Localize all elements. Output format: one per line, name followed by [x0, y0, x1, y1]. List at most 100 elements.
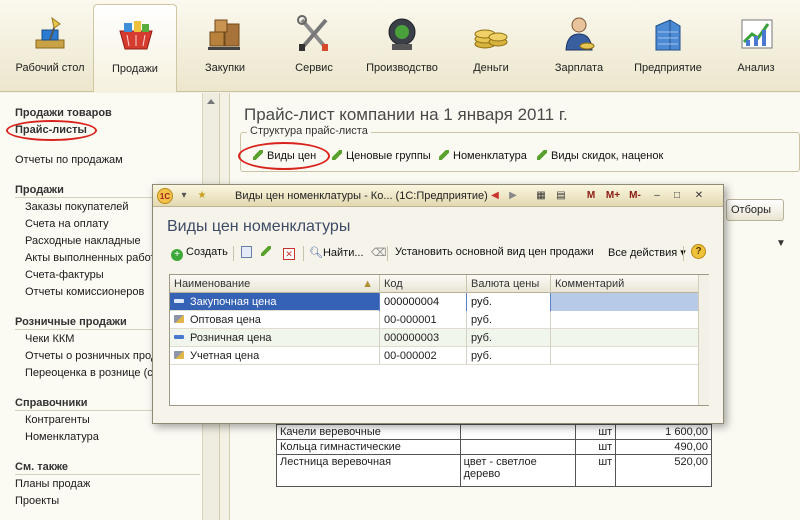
back-icon[interactable]: ◀ [487, 188, 503, 204]
structure-link-price-types[interactable]: Виды цен [253, 150, 316, 162]
sidebar-item[interactable]: Планы продаж [15, 478, 90, 490]
delete-button[interactable]: ✕ [283, 246, 295, 260]
sidebar-item[interactable]: Заказы покупателей [25, 201, 129, 213]
sidebar-item[interactable]: Акты выполненных работ [25, 252, 156, 264]
table-cell: шт [575, 439, 617, 455]
set-default-price-type-button[interactable]: Установить основной вид цен продажи [395, 246, 594, 258]
structure-link-nomenclature[interactable]: Номенклатура [439, 150, 527, 162]
minimize-icon[interactable]: – [649, 188, 665, 204]
all-actions-menu[interactable]: Все действия ▾ [608, 246, 686, 259]
sidebar-item[interactable]: Номенклатура [25, 431, 99, 443]
structure-link-discounts[interactable]: Виды скидок, наценок [537, 150, 663, 162]
create-button[interactable]: + Создать [171, 246, 228, 261]
column-header-comment[interactable]: Комментарий [551, 275, 698, 293]
pencil-icon [537, 150, 547, 160]
toolbar-divider [683, 246, 684, 261]
toolbar-item-salary[interactable]: Зарплата [537, 4, 621, 90]
toolbar-item-label: Производство [366, 62, 438, 74]
price-type-edit-icon [174, 351, 184, 359]
table-cell: Кольца гимнастические [276, 439, 461, 455]
cell-currency: руб. [467, 293, 551, 311]
grid-scrollbar[interactable] [698, 275, 709, 405]
sidebar-divider [15, 474, 200, 475]
sidebar-item[interactable]: Расходные накладные [25, 235, 141, 247]
edit-button[interactable] [261, 246, 275, 258]
sidebar-item[interactable]: Отчеты комиссионеров [25, 286, 144, 298]
dialog-title: Виды цен номенклатуры - Ко... (1С:Предпр… [235, 190, 488, 202]
forward-icon[interactable]: ▶ [505, 188, 521, 204]
toolbar-item-desktop[interactable]: Рабочий стол [8, 4, 92, 90]
sidebar-link-sales-reports[interactable]: Отчеты по продажам [15, 154, 123, 166]
toolbar-item-label: Анализ [737, 62, 775, 74]
scroll-up-icon[interactable] [207, 99, 215, 104]
column-header-code[interactable]: Код [380, 275, 467, 293]
toolbar-item-label: Рабочий стол [15, 62, 85, 74]
close-icon[interactable]: ✕ [691, 188, 707, 204]
find-button[interactable]: 🔍︎Найти... [309, 246, 364, 259]
table-row[interactable]: Учетная цена 00-000002 руб. [170, 347, 698, 365]
cancel-search-icon: ⌫ [371, 247, 387, 259]
cell-currency: руб. [467, 311, 551, 329]
toolbar-divider [303, 246, 304, 261]
toolbar-item-sales[interactable]: Продажи [93, 4, 177, 92]
calculator-icon[interactable]: ▦ [533, 188, 549, 204]
chevron-down-icon[interactable]: ▼ [776, 238, 786, 249]
sidebar-item[interactable]: Чеки ККМ [25, 333, 74, 345]
cell-name: Оптовая цена [170, 311, 380, 329]
table-cell: 490,00 [615, 439, 712, 455]
main-toolbar: Рабочий стол Продажи Закупки Сервис Прои… [0, 0, 800, 92]
help-button[interactable]: ? [691, 244, 706, 259]
sort-ascending-icon: ▲ [362, 278, 373, 290]
toolbar-item-service[interactable]: Сервис [272, 4, 356, 90]
cancel-search-button[interactable]: ⌫ [371, 246, 387, 259]
copy-button[interactable] [241, 246, 252, 259]
dialog-titlebar[interactable]: 1С ▾ ★ Виды цен номенклатуры - Ко... (1С… [153, 185, 723, 207]
maximize-icon[interactable]: □ [669, 188, 685, 204]
cell-name: Учетная цена [170, 347, 380, 365]
toolbar-item-purchases[interactable]: Закупки [183, 4, 267, 90]
filters-button[interactable]: Отборы [726, 199, 784, 221]
table-row[interactable]: Оптовая цена 00-000001 руб. [170, 311, 698, 329]
sidebar-item[interactable]: Счета на оплату [25, 218, 109, 230]
table-cell: цвет - светлое дерево [459, 454, 577, 487]
toolbar-item-enterprise[interactable]: Предприятие [626, 4, 710, 90]
memory-m-plus-button[interactable]: M+ [603, 188, 623, 204]
chevron-down-icon[interactable]: ▾ [177, 189, 191, 203]
cell-comment [551, 311, 698, 329]
structure-link-price-groups[interactable]: Ценовые группы [332, 150, 431, 162]
star-icon[interactable]: ★ [195, 189, 209, 203]
toolbar-item-label: Предприятие [634, 62, 702, 74]
dialog-heading: Виды цен номенклатуры [167, 218, 351, 235]
sidebar-item[interactable]: Проекты [15, 495, 59, 507]
boxes-cart-icon [208, 19, 240, 50]
cell-name: Розничная цена [170, 329, 380, 347]
table-cell: 1 600,00 [615, 424, 712, 440]
sidebar-section-retail: Розничные продажи [15, 316, 127, 328]
toolbar-item-production[interactable]: Производство [360, 4, 444, 90]
sidebar-item[interactable]: Контрагенты [25, 414, 90, 426]
table-row[interactable]: Розничная цена 000000003 руб. [170, 329, 698, 347]
cell-code: 00-000001 [380, 311, 467, 329]
toolbar-item-analysis[interactable]: Анализ [714, 4, 798, 90]
column-header-name[interactable]: Наименование ▲ [170, 275, 380, 293]
column-header-currency[interactable]: Валюта цены [467, 275, 551, 293]
toolbar-item-money[interactable]: Деньги [449, 4, 533, 90]
memory-m-minus-button[interactable]: M- [625, 188, 645, 204]
cell-code: 00-000002 [380, 347, 467, 365]
copy-icon [241, 246, 252, 258]
memory-m-button[interactable]: M [583, 188, 599, 204]
desktop-lamp-icon [35, 16, 65, 49]
sidebar-link-sales-goods[interactable]: Продажи товаров [15, 107, 112, 119]
chart-icon [741, 19, 773, 49]
cell-comment [551, 329, 698, 347]
toolbar-item-label: Деньги [473, 62, 509, 74]
pencil-icon [439, 150, 449, 160]
sidebar-item[interactable]: Счета-фактуры [25, 269, 104, 281]
highlight-oval [6, 120, 97, 141]
sidebar-section-see-also: См. также [15, 461, 68, 473]
dialog-toolbar: + Создать ✕ 🔍︎Найти... ⌫ Установить основ… [167, 243, 712, 265]
table-cell: шт [575, 454, 617, 487]
help-icon: ? [691, 244, 706, 259]
table-row[interactable]: Закупочная цена 000000004 руб. [170, 293, 698, 311]
calendar-icon[interactable]: ▤ [553, 188, 569, 204]
